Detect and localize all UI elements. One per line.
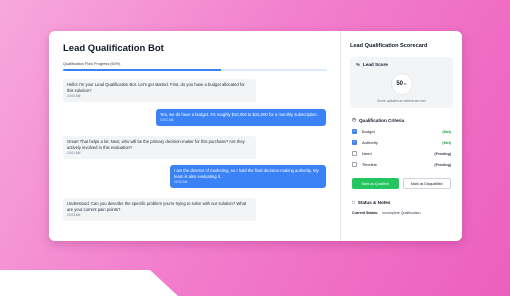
criterion-status: (Met)	[442, 129, 451, 134]
note-icon: □	[352, 200, 355, 205]
message-time: 10:01 AM	[160, 118, 174, 122]
message-time: 10:03 AM	[67, 213, 81, 217]
background-wedge	[0, 270, 178, 296]
current-status-value: Incomplete Qualification	[382, 211, 421, 215]
clock-icon: ◷	[352, 117, 356, 122]
current-status: Current Status: Incomplete Qualification	[352, 211, 451, 215]
criterion-label: Timeline	[362, 162, 377, 167]
message-text: Understood. Can you describe the specifi…	[67, 201, 247, 212]
scorecard-pane: Lead Qualification Scorecard % Lead Scor…	[341, 31, 462, 241]
criterion-checkbox[interactable]: ✓	[352, 129, 357, 134]
criterion-checkbox[interactable]	[352, 162, 357, 167]
criterion-status: (Pending)	[434, 151, 451, 156]
criterion-label: Need	[362, 151, 372, 156]
criteria-heading: Qualification Criteria	[358, 117, 405, 123]
criterion-need[interactable]: Need (Pending)	[352, 151, 451, 156]
message-text: Great! That helps a lot. Next, who will …	[67, 139, 245, 150]
criterion-budget[interactable]: ✓ Budget (Met)	[352, 129, 451, 134]
message-time: 10:01 AM	[67, 151, 81, 155]
progress-bar	[63, 69, 327, 71]
status-header: □ Status & Notes	[352, 200, 451, 205]
chat-title: Lead Qualification Bot	[63, 43, 164, 54]
current-status-label: Current Status:	[352, 211, 379, 215]
message-time: 10:00 AM	[67, 94, 81, 98]
app-window: Lead Qualification Bot Qualification Flo…	[49, 31, 462, 241]
progress-label: Qualification Flow Progress (60%)	[63, 62, 121, 66]
user-message: Yes, we do have a budget. It's roughly $…	[156, 109, 326, 126]
criterion-checkbox[interactable]	[352, 151, 357, 156]
message-text: I am the director of marketing, so I hol…	[174, 168, 319, 179]
criterion-label: Authority	[362, 140, 378, 145]
bot-message: Hello! I'm your Lead Qualification Bot. …	[63, 79, 256, 102]
lead-score-heading: Lead Score	[363, 62, 388, 67]
action-buttons: Mark as Qualified Mark as Disqualified	[352, 178, 451, 189]
lead-score-card: % Lead Score 50% Score updates as criter…	[350, 57, 453, 108]
criterion-label: Budget	[362, 129, 375, 134]
criterion-status: (Pending)	[434, 162, 451, 167]
user-message: I am the director of marketing, so I hol…	[170, 165, 326, 188]
criterion-timeline[interactable]: Timeline (Pending)	[352, 162, 451, 167]
message-text: Hello! I'm your Lead Qualification Bot. …	[67, 82, 245, 93]
message-text: Yes, we do have a budget. It's roughly $…	[160, 112, 318, 117]
scorecard-title: Lead Qualification Scorecard	[350, 43, 428, 49]
chat-pane: Lead Qualification Bot Qualification Flo…	[49, 31, 341, 241]
criterion-authority[interactable]: ✓ Authority (Met)	[352, 140, 451, 145]
lead-score-note: Score updates as criteria are met	[377, 99, 426, 103]
criteria-section: ◷ Qualification Criteria ✓ Budget (Met) …	[350, 117, 453, 215]
bot-message: Understood. Can you describe the specifi…	[63, 198, 256, 221]
criterion-status: (Met)	[442, 140, 451, 145]
bot-message: Great! That helps a lot. Next, who will …	[63, 136, 256, 159]
lead-score-value: 50	[396, 81, 403, 87]
lead-score-gauge: 50%	[390, 73, 413, 95]
status-heading: Status & Notes	[357, 200, 391, 205]
criteria-header: ◷ Qualification Criteria	[352, 117, 451, 123]
mark-qualified-button[interactable]: Mark as Qualified	[352, 178, 399, 189]
mark-disqualified-button[interactable]: Mark as Disqualified	[402, 178, 451, 189]
percent-icon: %	[356, 62, 361, 67]
message-time: 10:02 AM	[174, 180, 188, 184]
lead-score-unit: %	[404, 82, 407, 86]
lead-score-header: % Lead Score	[356, 62, 447, 67]
criterion-checkbox[interactable]: ✓	[352, 140, 357, 145]
progress-bar-fill	[63, 69, 222, 71]
